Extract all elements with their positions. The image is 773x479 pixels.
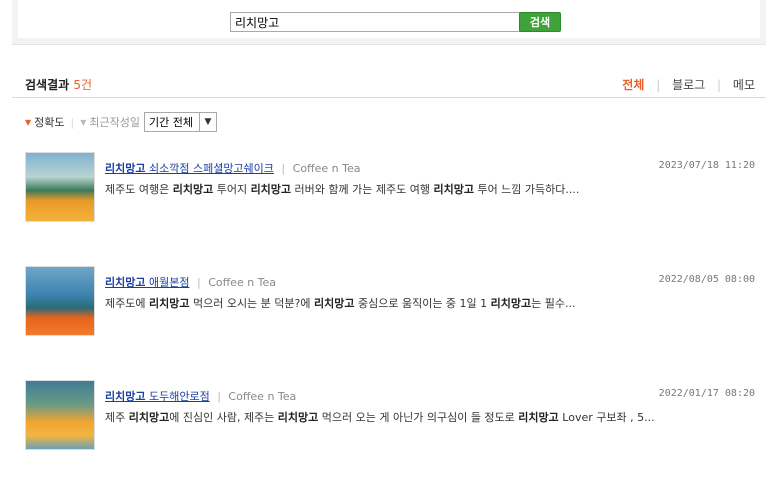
search-bar-inner: 검색 [18, 0, 760, 38]
tab-all[interactable]: 전체 [622, 76, 644, 93]
result-category: Coffee n Tea [208, 276, 277, 289]
title-separator: | [196, 276, 201, 289]
result-category: Coffee n Tea [228, 390, 297, 403]
result-item: 리치망고 도두해안로점 | Coffee n Tea 2022/01/17 08… [25, 380, 755, 460]
snippet-keyword: 리치망고 [250, 183, 292, 196]
snippet-text: 투어지 [213, 183, 251, 196]
snippet-text: 투어 느낌 가득하다.... [473, 183, 580, 196]
result-category: Coffee n Tea [292, 162, 361, 175]
result-item: 리치망고 애월본점 | Coffee n Tea 2022/08/05 08:0… [25, 266, 755, 346]
result-item: 리치망고 쇠소깍점 스페셜망고쉐이크 | Coffee n Tea 2023/0… [25, 152, 755, 232]
result-title-keyword[interactable]: 리치망고 [105, 162, 145, 175]
result-thumbnail[interactable] [25, 266, 95, 336]
snippet-keyword: 리치망고 [277, 411, 319, 424]
sort-accuracy[interactable]: 정확도 [34, 114, 64, 130]
result-thumbnail[interactable] [25, 152, 95, 222]
tab-separator: | [717, 78, 722, 92]
snippet-text: 중심으로 움직이는 중 1일 1 [354, 297, 491, 310]
results-header: 검색결과 5건 [25, 76, 92, 93]
snippet-text: 제주도 여행은 [105, 183, 173, 196]
filter-tabs: 전체 | 블로그 | 메모 [622, 76, 755, 93]
sort-row: ▼ 정확도 | ▼ 최근작성일 기간 전체 ▼ [25, 112, 217, 132]
chevron-down-icon: ▼ [199, 113, 216, 131]
sort-recent[interactable]: 최근작성일 [89, 114, 140, 130]
result-snippet: 제주 리치망고에 진심인 사람, 제주는 리치망고 먹으러 오는 게 아닌가 의… [105, 409, 655, 425]
title-separator: | [217, 390, 221, 403]
tab-separator: | [656, 78, 661, 92]
result-title[interactable]: 애월본점 [145, 276, 190, 289]
search-bar: 검색 [12, 0, 766, 45]
result-date: 2022/01/17 08:20 [658, 388, 755, 399]
result-title-keyword[interactable]: 리치망고 [105, 276, 145, 289]
snippet-keyword: 리치망고 [314, 297, 355, 310]
result-title[interactable]: 쇠소깍점 스페셜망고쉐이크 [145, 162, 274, 175]
snippet-text: 는 필수... [531, 297, 576, 310]
result-title[interactable]: 도두해안로점 [145, 390, 210, 403]
snippet-keyword: 리치망고 [433, 183, 474, 196]
header-divider [12, 97, 766, 98]
result-snippet: 제주도 여행은 리치망고 투어지 리치망고 러버와 함께 가는 제주도 여행 리… [105, 181, 579, 197]
search-button[interactable]: 검색 [519, 12, 561, 32]
snippet-keyword: 리치망고 [172, 183, 214, 196]
snippet-keyword: 리치망고 [518, 411, 559, 424]
snippet-keyword: 리치망고 [148, 297, 190, 310]
result-thumbnail[interactable] [25, 380, 95, 450]
tab-memo[interactable]: 메모 [733, 76, 755, 93]
snippet-keyword: 리치망고 [128, 411, 170, 424]
result-snippet: 제주도에 리치망고 먹으러 오시는 분 덕분?에 리치망고 중심으로 움직이는 … [105, 295, 576, 311]
result-date: 2022/08/05 08:00 [658, 274, 755, 285]
sort-separator: | [70, 115, 75, 129]
result-title-row: 리치망고 도두해안로점 | Coffee n Tea [105, 388, 296, 404]
tab-blog[interactable]: 블로그 [672, 76, 705, 93]
result-title-row: 리치망고 애월본점 | Coffee n Tea [105, 274, 276, 290]
bullet-icon: ▼ [25, 117, 32, 127]
period-select-value: 기간 전체 [149, 116, 193, 129]
title-separator: | [281, 162, 286, 175]
results-count: 5건 [73, 78, 93, 92]
snippet-keyword: 리치망고 [490, 297, 532, 310]
snippet-text: Lover 구보좌 , 5... [558, 411, 655, 424]
result-date: 2023/07/18 11:20 [658, 160, 755, 171]
snippet-text: 제주 [105, 411, 129, 424]
snippet-text: 먹으러 오시는 분 덕분?에 [189, 297, 314, 310]
snippet-text: 제주도에 [105, 297, 149, 310]
snippet-text: 먹으러 오는 게 아닌가 의구심이 들 정도로 [318, 411, 519, 424]
snippet-text: 러버와 함께 가는 제주도 여행 [291, 183, 434, 196]
result-title-keyword[interactable]: 리치망고 [105, 390, 145, 403]
snippet-text: 에 진심인 사람, 제주는 [169, 411, 278, 424]
period-select[interactable]: 기간 전체 ▼ [144, 112, 217, 132]
bullet-icon: ▼ [80, 117, 87, 127]
results-label: 검색결과 [25, 78, 70, 92]
result-title-row: 리치망고 쇠소깍점 스페셜망고쉐이크 | Coffee n Tea [105, 160, 361, 176]
search-input[interactable] [230, 12, 524, 32]
